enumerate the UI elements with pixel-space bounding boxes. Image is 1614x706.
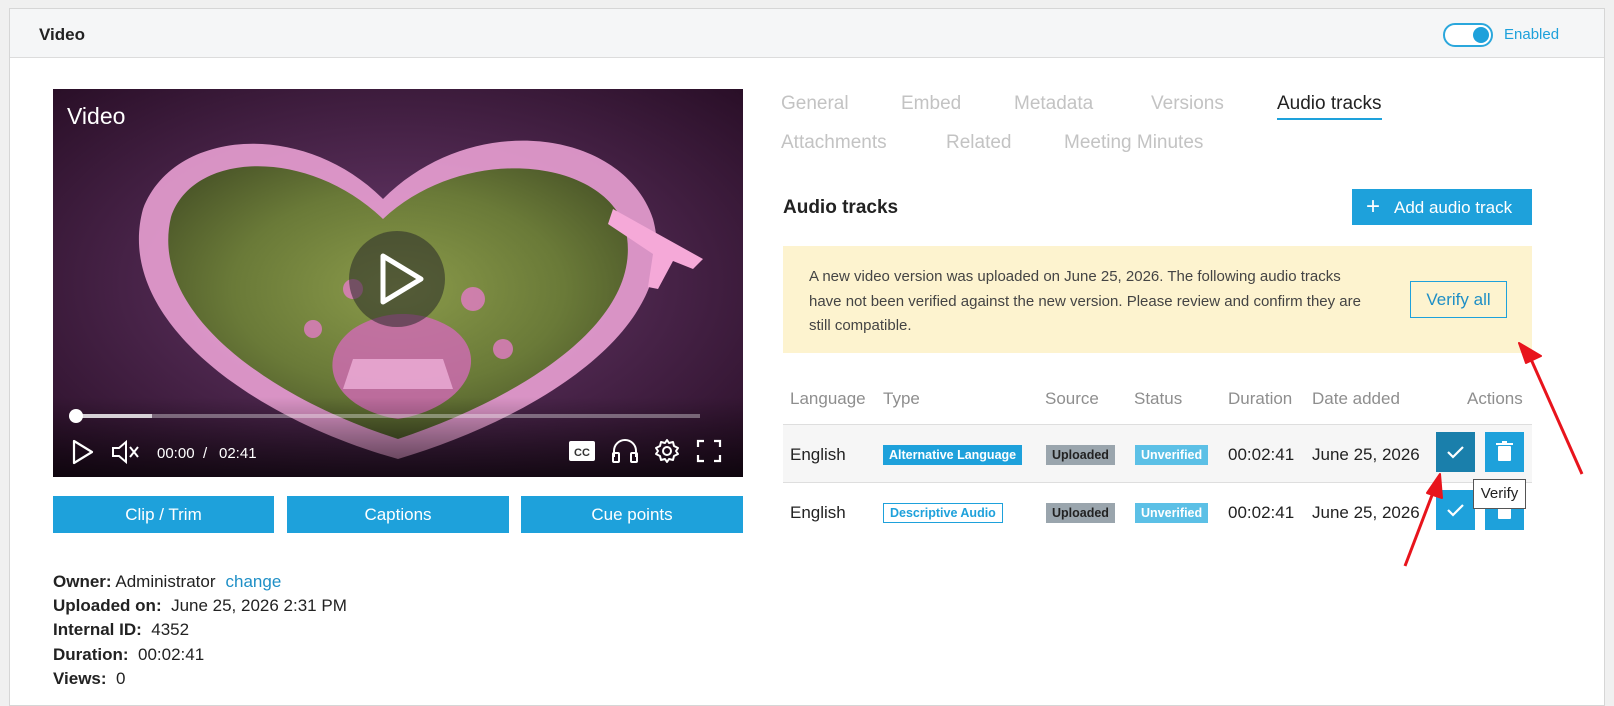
cue-points-button[interactable]: Cue points (521, 496, 743, 533)
tab-audio-tracks[interactable]: Audio tracks (1277, 93, 1382, 120)
play-icon (380, 253, 424, 305)
plus-icon: + (1366, 193, 1381, 220)
table-row: English Alternative Language Uploaded Un… (783, 424, 1532, 482)
row-duration: 00:02:41 (1228, 503, 1295, 522)
tab-related[interactable]: Related (946, 132, 1012, 154)
row-language: English (790, 445, 846, 464)
owner-value: Administrator (115, 572, 216, 591)
column-date-added: Date added (1312, 389, 1400, 408)
meta-owner: Owner: Administrator change (53, 572, 281, 592)
column-source: Source (1045, 389, 1099, 408)
row-date: June 25, 2026 (1312, 503, 1420, 522)
video-title: Video (67, 103, 126, 129)
tab-versions[interactable]: Versions (1151, 93, 1224, 115)
type-badge: Alternative Language (883, 445, 1023, 465)
tab-embed[interactable]: Embed (901, 93, 961, 115)
row-date: June 25, 2026 (1312, 445, 1420, 464)
meta-uploaded: Uploaded on: June 25, 2026 2:31 PM (53, 596, 347, 616)
meta-internal-id: Internal ID: 4352 (53, 620, 189, 640)
change-owner-link[interactable]: change (226, 572, 282, 591)
add-audio-track-button[interactable]: + Add audio track (1352, 189, 1532, 225)
verification-notice: A new video version was uploaded on June… (783, 246, 1532, 353)
fullscreen-button[interactable] (696, 439, 722, 468)
audio-tracks-title: Audio tracks (783, 197, 899, 218)
internal-id-value: 4352 (151, 620, 190, 639)
panel-header: Video Enabled (10, 9, 1604, 58)
settings-icon (655, 439, 679, 463)
source-badge: Uploaded (1046, 503, 1115, 523)
status-badge: Unverified (1135, 445, 1209, 465)
source-badge: Uploaded (1046, 445, 1115, 465)
type-badge: Descriptive Audio (883, 503, 1003, 523)
panel-title: Video (39, 25, 85, 44)
views-value: 0 (116, 669, 126, 688)
video-player[interactable]: Video 00:00 / 02:41 CC (53, 89, 743, 477)
duration-value: 00:02:41 (138, 645, 205, 664)
internal-id-label: Internal ID: (53, 620, 142, 639)
uploaded-label: Uploaded on: (53, 596, 162, 615)
notice-text: A new video version was uploaded on June… (809, 268, 1361, 334)
owner-label: Owner: (53, 572, 112, 591)
audio-tracks-icon (612, 439, 638, 463)
meta-duration: Duration: 00:02:41 (53, 645, 204, 665)
column-status: Status (1134, 389, 1183, 408)
views-label: Views: (53, 669, 107, 688)
play-icon (72, 439, 94, 465)
check-icon (1447, 446, 1464, 459)
buffer-bar (75, 414, 152, 418)
verify-button[interactable] (1436, 490, 1475, 530)
total-time: 02:41 (219, 445, 257, 462)
svg-text:CC: CC (574, 447, 590, 459)
settings-button[interactable] (653, 437, 681, 470)
add-audio-track-label: Add audio track (1394, 198, 1513, 217)
tab-metadata[interactable]: Metadata (1014, 93, 1093, 115)
uploaded-value: June 25, 2026 2:31 PM (171, 596, 347, 615)
verify-tooltip: Verify (1473, 479, 1526, 509)
delete-button[interactable] (1485, 432, 1524, 472)
captions-button[interactable]: CC (568, 439, 596, 468)
status-badge: Unverified (1135, 503, 1209, 523)
column-duration: Duration (1228, 389, 1293, 408)
enabled-label: Enabled (1504, 26, 1560, 43)
verify-all-button[interactable]: Verify all (1410, 281, 1507, 318)
column-language: Language (790, 389, 866, 408)
captions-edit-button[interactable]: Captions (287, 496, 509, 533)
player-controls: 00:00 / 02:41 CC (53, 397, 743, 477)
row-language: English (790, 503, 846, 522)
captions-icon: CC (569, 441, 595, 461)
volume-button[interactable] (111, 438, 141, 471)
tab-attachments[interactable]: Attachments (781, 132, 887, 154)
clip-trim-button[interactable]: Clip / Trim (53, 496, 274, 533)
progress-handle[interactable] (69, 409, 83, 423)
verify-button[interactable] (1436, 432, 1475, 472)
volume-icon (112, 439, 139, 465)
current-time: 00:00 (157, 445, 195, 462)
check-icon (1447, 504, 1464, 517)
column-type: Type (883, 389, 920, 408)
meta-views: Views: 0 (53, 669, 125, 689)
trash-icon (1496, 441, 1513, 461)
row-duration: 00:02:41 (1228, 445, 1295, 464)
duration-label: Duration: (53, 645, 129, 664)
toggle-knob (1473, 27, 1489, 43)
fullscreen-icon (696, 439, 722, 463)
play-button[interactable] (71, 438, 95, 471)
big-play-button[interactable] (349, 231, 445, 327)
enabled-toggle[interactable] (1443, 23, 1493, 47)
tab-meeting-minutes[interactable]: Meeting Minutes (1064, 132, 1203, 154)
audio-tracks-button[interactable] (610, 437, 640, 470)
tab-general[interactable]: General (781, 93, 849, 115)
time-separator: / (203, 445, 208, 462)
progress-bar[interactable] (69, 409, 700, 423)
table-row: English Descriptive Audio Uploaded Unver… (783, 482, 1532, 540)
column-actions: Actions (1467, 389, 1523, 408)
